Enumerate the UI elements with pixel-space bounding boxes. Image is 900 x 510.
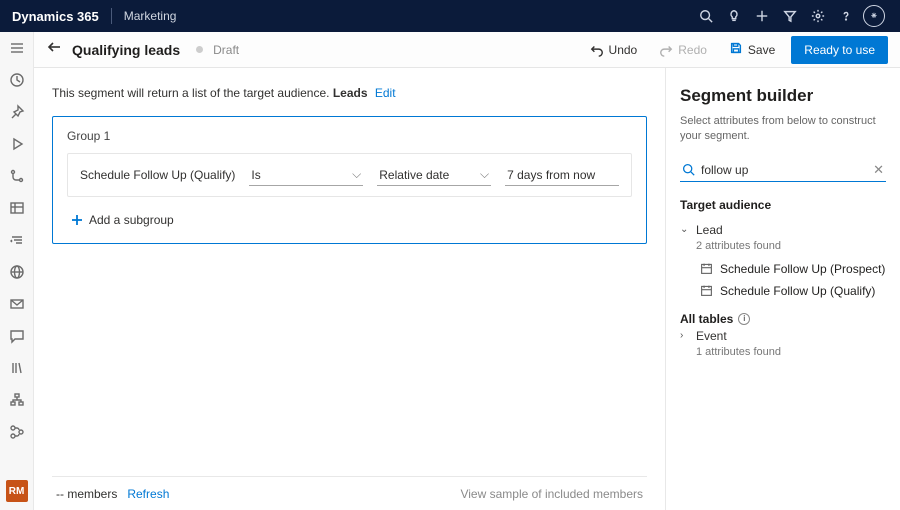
group-card: Group 1 Schedule Follow Up (Qualify) Is … (52, 116, 647, 244)
user-avatar[interactable]: ⁕ (860, 2, 888, 30)
table-icon[interactable] (4, 198, 30, 218)
add-icon[interactable] (748, 2, 776, 30)
redo-button: Redo (653, 39, 713, 61)
filter-icon[interactable] (776, 2, 804, 30)
module-label[interactable]: Marketing (124, 9, 177, 23)
condition-row: Schedule Follow Up (Qualify) Is ⌵ Relati… (67, 153, 632, 197)
condition-attribute: Schedule Follow Up (Qualify) (80, 168, 235, 182)
chat-icon[interactable] (4, 326, 30, 346)
attribute-search[interactable]: ✕ (680, 159, 886, 182)
status-dot (196, 46, 203, 53)
mail-icon[interactable] (4, 294, 30, 314)
page-title: Qualifying leads (72, 42, 180, 58)
canvas-footer: -- members Refresh View sample of includ… (52, 476, 647, 510)
search-icon[interactable] (692, 2, 720, 30)
globe-icon[interactable] (4, 262, 30, 282)
save-button[interactable]: Save (723, 37, 781, 62)
back-button[interactable] (46, 39, 62, 60)
group-title: Group 1 (67, 129, 632, 143)
edit-audience-link[interactable]: Edit (375, 86, 396, 100)
operator-dropdown[interactable]: Is ⌵ (249, 164, 363, 186)
target-audience-heading: Target audience (680, 198, 886, 212)
panel-title: Segment builder (680, 86, 886, 106)
canvas: This segment will return a list of the t… (34, 68, 665, 510)
event-node[interactable]: › Event (680, 326, 886, 346)
add-subgroup-button[interactable]: Add a subgroup (67, 211, 632, 229)
attribute-item[interactable]: Schedule Follow Up (Prospect) (680, 258, 886, 280)
calendar-icon (700, 262, 713, 275)
journey-icon[interactable] (4, 166, 30, 186)
members-count: -- members (56, 487, 117, 501)
ready-to-use-button[interactable]: Ready to use (791, 36, 888, 64)
help-icon[interactable] (832, 2, 860, 30)
flow-icon[interactable] (4, 422, 30, 442)
gear-icon[interactable] (804, 2, 832, 30)
brand-label: Dynamics 365 (12, 9, 99, 24)
undo-button[interactable]: Undo (584, 39, 644, 61)
command-bar: Qualifying leads Draft Undo Redo Save Re… (34, 32, 900, 68)
lightbulb-icon[interactable] (720, 2, 748, 30)
library-icon[interactable] (4, 358, 30, 378)
lead-attr-count: 2 attributes found (696, 240, 886, 252)
search-icon (682, 163, 695, 176)
segment-builder-panel: Segment builder Select attributes from b… (665, 68, 900, 510)
chevron-down-icon: ⌵ (352, 167, 361, 182)
status-label: Draft (213, 43, 239, 57)
recent-icon[interactable] (4, 70, 30, 90)
segment-icon[interactable] (4, 230, 30, 250)
chevron-right-icon: › (680, 330, 690, 341)
topbar-divider (111, 8, 112, 24)
search-input[interactable] (701, 163, 867, 177)
global-topbar: Dynamics 365 Marketing ⁕ (0, 0, 900, 32)
all-tables-heading: All tables i (680, 312, 886, 326)
chevron-down-icon: ⌵ (480, 167, 489, 182)
value-input[interactable]: 7 days from now (505, 165, 619, 186)
panel-subtext: Select attributes from below to construc… (680, 114, 886, 145)
calendar-icon (700, 284, 713, 297)
org-icon[interactable] (4, 390, 30, 410)
lead-node[interactable]: ⌄ Lead (680, 220, 886, 240)
menu-icon[interactable] (4, 38, 30, 58)
segment-description: This segment will return a list of the t… (52, 86, 647, 100)
play-icon[interactable] (4, 134, 30, 154)
clear-search-icon[interactable]: ✕ (873, 162, 884, 178)
event-attr-count: 1 attributes found (696, 346, 886, 358)
left-rail: RM (0, 32, 34, 510)
value-type-dropdown[interactable]: Relative date ⌵ (377, 164, 491, 186)
attribute-item[interactable]: Schedule Follow Up (Qualify) (680, 280, 886, 302)
chevron-down-icon: ⌄ (680, 224, 690, 235)
persona-badge[interactable]: RM (6, 480, 28, 502)
refresh-link[interactable]: Refresh (127, 487, 169, 501)
view-sample-link[interactable]: View sample of included members (460, 487, 643, 501)
info-icon[interactable]: i (738, 313, 750, 325)
pin-icon[interactable] (4, 102, 30, 122)
